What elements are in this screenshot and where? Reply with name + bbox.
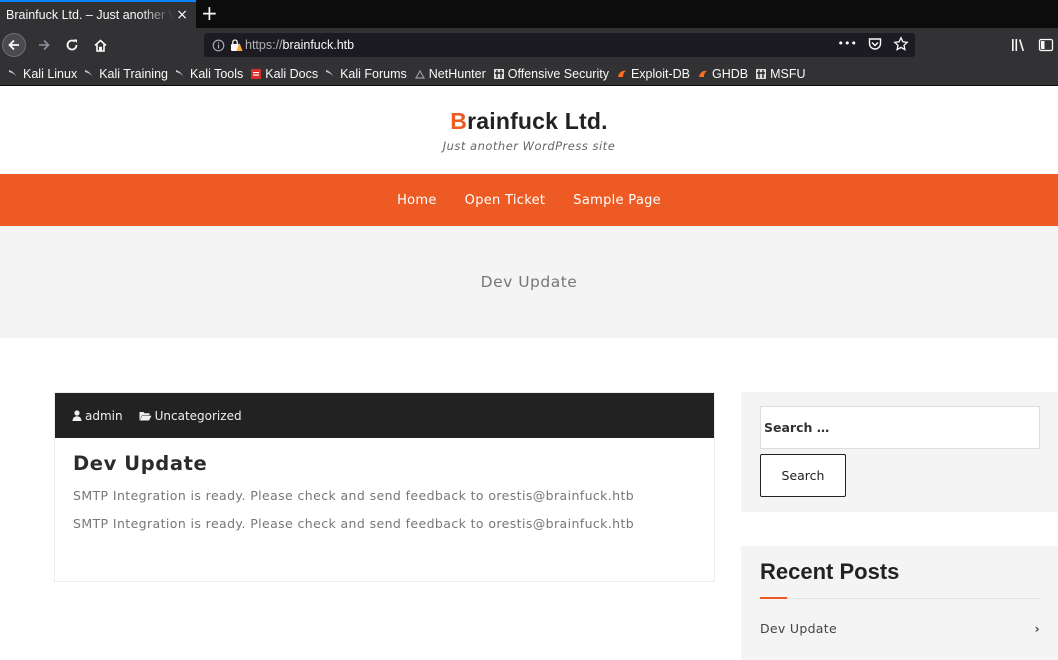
pocket-icon[interactable] (867, 36, 883, 52)
page-banner-title: Dev Update (480, 273, 578, 291)
post-category[interactable]: Uncategorized (139, 409, 242, 423)
forward-button[interactable] (32, 33, 56, 57)
url-scheme: https:// (245, 38, 283, 52)
post-author[interactable]: admin (72, 409, 123, 423)
home-icon (93, 38, 107, 52)
folder-open-icon (139, 411, 152, 420)
site-title-initial: B (450, 108, 468, 134)
search-button[interactable]: Search (760, 454, 846, 497)
nethunter-icon (414, 68, 426, 80)
divider (760, 598, 1040, 599)
bookmark-label: Kali Forums (340, 66, 407, 81)
kali-docs-icon (250, 68, 262, 80)
recent-post-title: Dev Update (760, 621, 837, 636)
url-text: https://brainfuck.htb (245, 38, 354, 52)
post-paragraph: SMTP Integration is ready. Please check … (73, 516, 635, 531)
offsec-icon (493, 68, 505, 80)
bookmark-item[interactable]: Kali Training (84, 67, 168, 81)
bookmark-label: Kali Training (99, 66, 168, 81)
blog-post: admin Uncategorized Dev Update SMTP Inte… (54, 392, 715, 582)
bookmark-label: Exploit-DB (630, 66, 690, 81)
kali-dragon-icon (325, 68, 337, 80)
bookmark-item[interactable]: Offensive Security (493, 67, 609, 81)
site-title-rest: rainfuck Ltd. (467, 108, 608, 134)
bookmark-label: GHDB (712, 66, 749, 81)
reload-button[interactable] (60, 33, 84, 57)
back-button[interactable] (2, 33, 26, 57)
search-widget: Search (741, 392, 1058, 512)
info-icon (212, 39, 225, 51)
bookmark-item[interactable]: MSFU (755, 66, 806, 81)
exploitdb-icon (616, 68, 628, 80)
browser-tab[interactable]: Brainfuck Ltd. – Just another WordPress … (0, 0, 196, 28)
menu-item-open-ticket[interactable]: Open Ticket (465, 193, 546, 208)
exploitdb-icon (697, 68, 709, 80)
bookmark-star-icon[interactable] (893, 36, 909, 52)
arrow-left-icon (8, 39, 19, 51)
kali-dragon-icon (175, 68, 187, 80)
bookmark-item[interactable]: Kali Docs (250, 67, 318, 81)
post-meta-bar: admin Uncategorized (55, 393, 714, 438)
post-author-name: admin (85, 408, 123, 423)
menu-item-home[interactable]: Home (397, 193, 437, 208)
menu-item-sample-page[interactable]: Sample Page (573, 193, 661, 208)
site-tagline: Just another WordPress site (442, 139, 616, 153)
url-host: brainfuck.htb (282, 38, 355, 52)
tab-close-icon[interactable]: × (176, 6, 188, 24)
user-icon (72, 410, 82, 421)
bookmark-item[interactable]: Kali Tools (175, 67, 243, 81)
bookmark-item[interactable]: Exploit-DB (616, 67, 690, 81)
reload-icon (66, 39, 78, 51)
page-actions-button[interactable]: ••• (838, 36, 857, 52)
post-title[interactable]: Dev Update (73, 452, 207, 475)
bookmark-item[interactable]: NetHunter (414, 67, 486, 81)
library-icon[interactable] (1010, 37, 1026, 53)
chevron-right-icon: › (1034, 621, 1040, 636)
offsec-icon (755, 68, 767, 80)
new-tab-button[interactable]: + (201, 1, 218, 25)
bookmark-label: Kali Docs (265, 66, 319, 81)
sidebar-toggle-icon[interactable] (1038, 37, 1054, 53)
url-bar[interactable]: https://brainfuck.htb ••• (204, 33, 915, 57)
bookmark-label: Kali Tools (190, 66, 244, 81)
site-header: Brainfuck Ltd. Just another WordPress si… (0, 86, 1058, 174)
tab-title: Brainfuck Ltd. – Just another WordPress … (6, 8, 174, 22)
recent-posts-title: Recent Posts (760, 559, 900, 584)
bookmark-label: Offensive Security (507, 66, 609, 81)
bookmark-label: NetHunter (428, 66, 486, 81)
site-title[interactable]: Brainfuck Ltd. (0, 108, 1058, 135)
insecure-lock-icon[interactable] (229, 38, 243, 52)
navigation-toolbar: https://brainfuck.htb ••• (0, 28, 1058, 62)
bookmark-item[interactable]: Kali Forums (325, 67, 407, 81)
bookmark-label: Kali Linux (23, 66, 78, 81)
post-paragraph: SMTP Integration is ready. Please check … (73, 488, 635, 503)
bookmarks-toolbar: Kali Linux Kali Training Kali Tools Kali Do… (0, 62, 1058, 86)
recent-posts-widget: Recent Posts Dev Update › (741, 546, 1058, 660)
kali-dragon-icon (8, 68, 20, 80)
title-accent-bar (760, 597, 787, 599)
kali-dragon-icon (84, 68, 96, 80)
home-button[interactable] (88, 33, 112, 57)
search-input[interactable] (760, 406, 1040, 449)
recent-post-link[interactable]: Dev Update › (760, 621, 1040, 636)
arrow-right-icon (39, 39, 50, 51)
bookmark-item[interactable]: Kali Linux (8, 67, 77, 81)
bookmark-item[interactable]: GHDB (697, 67, 748, 81)
main-menu: Home Open Ticket Sample Page (0, 174, 1058, 226)
page-banner: Dev Update (0, 226, 1058, 338)
tab-bar: Brainfuck Ltd. – Just another WordPress … (0, 0, 1058, 28)
post-category-name: Uncategorized (154, 408, 242, 423)
bookmark-label: MSFU (770, 66, 806, 81)
url-actions: ••• (838, 36, 909, 52)
